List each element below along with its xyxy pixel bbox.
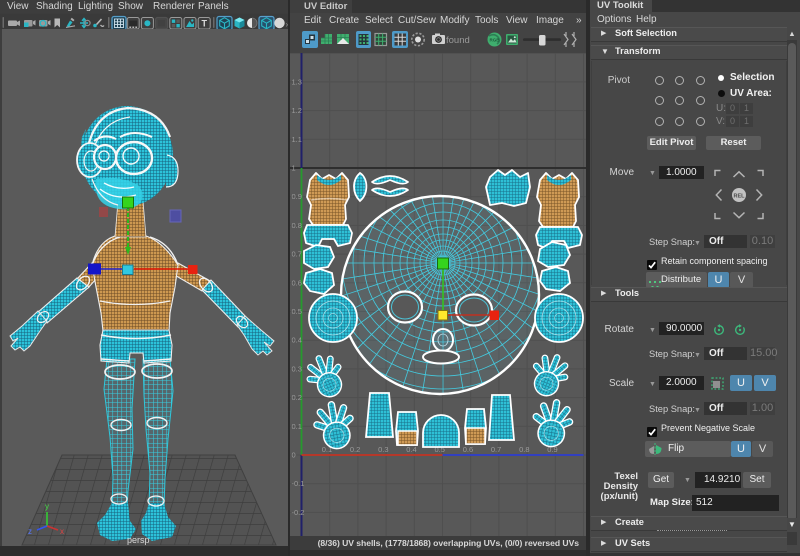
svg-text:persp: persp — [127, 535, 150, 545]
svg-text:z: z — [28, 527, 32, 536]
svg-text:0.2: 0.2 — [292, 393, 302, 402]
svg-text:0.4: 0.4 — [292, 336, 302, 345]
svg-text:-0.2: -0.2 — [292, 508, 305, 517]
svg-text:0.8: 0.8 — [292, 221, 302, 230]
svg-text:y: y — [45, 502, 49, 511]
svg-text:1.1: 1.1 — [292, 135, 302, 144]
svg-text:1.2: 1.2 — [292, 106, 302, 115]
svg-text:0: 0 — [292, 451, 296, 460]
svg-text:0.2: 0.2 — [350, 445, 360, 454]
svg-text:found: found — [446, 35, 470, 46]
svg-text:T: T — [201, 19, 207, 29]
svg-text:0.5: 0.5 — [292, 307, 302, 316]
svg-text:0.8: 0.8 — [519, 445, 529, 454]
svg-text:1: 1 — [292, 164, 296, 173]
svg-text:0.9: 0.9 — [292, 192, 302, 201]
svg-text:0.6: 0.6 — [292, 278, 302, 287]
svg-text:0.1: 0.1 — [292, 422, 302, 431]
svg-text:x: x — [60, 527, 64, 536]
svg-text:0.4: 0.4 — [406, 445, 416, 454]
svg-text:0.7: 0.7 — [292, 250, 302, 259]
svg-text:1.3: 1.3 — [292, 77, 302, 86]
svg-text:0.3: 0.3 — [378, 445, 388, 454]
svg-text:0.6: 0.6 — [463, 445, 473, 454]
svg-text:0.3: 0.3 — [292, 364, 302, 373]
svg-text:RGB: RGB — [490, 38, 501, 43]
svg-text:0.7: 0.7 — [491, 445, 501, 454]
svg-text:REL: REL — [734, 193, 746, 199]
svg-text:-0.1: -0.1 — [292, 479, 305, 488]
